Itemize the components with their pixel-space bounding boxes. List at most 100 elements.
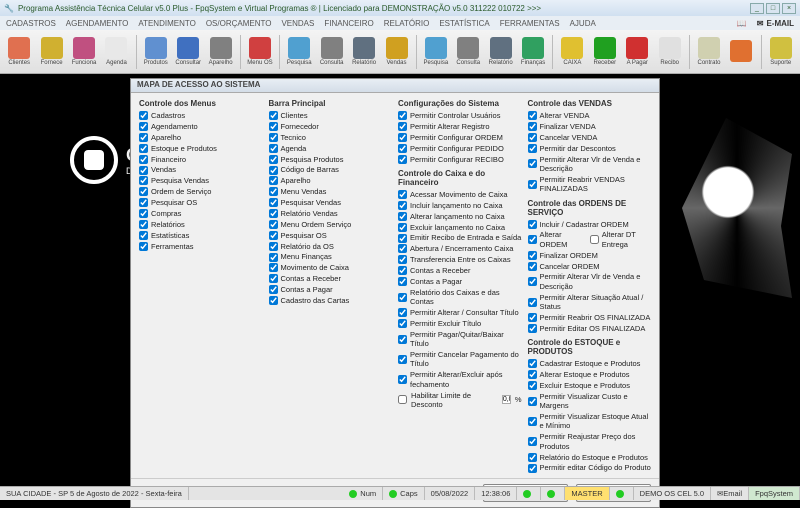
checkbox-item[interactable]: Menu Ordem Serviço (269, 220, 393, 229)
checkbox-item[interactable]: Contas a Pagar (269, 285, 393, 294)
checkbox-item[interactable]: Transferencia Entre os Caixas (398, 255, 522, 264)
checkbox-item[interactable]: Relatórios (139, 220, 263, 229)
toolbar-a pagar[interactable]: A Pagar (622, 32, 652, 72)
checkbox-item[interactable]: Abertura / Encerramento Caixa (398, 244, 522, 253)
checkbox-item[interactable]: Aparelho (139, 133, 263, 142)
checkbox-item[interactable]: Menu Vendas (269, 187, 393, 196)
checkbox-item[interactable]: Relatório Vendas (269, 209, 393, 218)
checkbox-item[interactable]: Ferramentas (139, 242, 263, 251)
discount-limit-input[interactable] (502, 395, 511, 404)
toolbar-contrato[interactable]: Contrato (694, 32, 724, 72)
checkbox-item[interactable]: Relatório do Estoque e Produtos (528, 453, 652, 462)
toolbar-suporte[interactable]: Suporte (766, 32, 796, 72)
checkbox-item[interactable]: Código de Barras (269, 165, 393, 174)
checkbox-item[interactable]: Permitir Reajustar Preço dos Produtos (528, 432, 652, 451)
checkbox-item[interactable]: Permitir Alterar Situação Atual / Status (528, 293, 652, 312)
menu-vendas[interactable]: VENDAS (281, 19, 314, 28)
checkbox-item[interactable]: Permitir Excluir Título (398, 319, 522, 328)
checkbox-item[interactable]: Finalizar VENDA (528, 122, 652, 131)
checkbox-item[interactable]: Pesquisar OS (269, 231, 393, 240)
menu-financeiro[interactable]: FINANCEIRO (324, 19, 373, 28)
checkbox-item[interactable]: Relatório da OS (269, 242, 393, 251)
menu-relatório[interactable]: RELATÓRIO (384, 19, 430, 28)
toolbar-consulta[interactable]: Consulta (453, 32, 483, 72)
menu-cadastros[interactable]: CADASTROS (6, 19, 56, 28)
checkbox-item[interactable]: Permitir Visualizar Estoque Atual e Míni… (528, 412, 652, 431)
checkbox-item[interactable]: Pesquisa Vendas (139, 176, 263, 185)
checkbox-item[interactable]: Financeiro (139, 155, 263, 164)
checkbox-item[interactable]: Cancelar ORDEM (528, 262, 652, 271)
checkbox-item[interactable]: Estatísticas (139, 231, 263, 240)
checkbox-item[interactable]: Cadastrar Estoque e Produtos (528, 359, 652, 368)
checkbox-item[interactable]: Permitir Alterar/Excluir após fechamento (398, 370, 522, 389)
checkbox-item[interactable]: Incluir / Cadastrar ORDEM (528, 220, 652, 229)
checkbox-item[interactable]: Permitir Configurar RECIBO (398, 155, 522, 164)
menu-estatística[interactable]: ESTATÍSTICA (439, 19, 489, 28)
checkbox-item[interactable]: Tecnico (269, 133, 393, 142)
close-button[interactable]: × (782, 3, 796, 14)
menu-ferramentas[interactable]: FERRAMENTAS (500, 19, 560, 28)
email-button[interactable]: ✉ E-MAIL (757, 19, 794, 28)
help-icon[interactable]: 📖 (737, 19, 747, 28)
checkbox-item[interactable]: Permitir Reabrir OS FINALIZADA (528, 313, 652, 322)
toolbar-pesquisa[interactable]: Pesquisa (421, 32, 451, 72)
checkbox-item[interactable]: Alterar ORDEMAlterar DT Entrega (528, 230, 652, 249)
toolbar-consulta[interactable]: Consulta (316, 32, 346, 72)
checkbox-item[interactable]: Permitir Alterar Vlr de Venda e Descriçã… (528, 155, 652, 174)
checkbox-item[interactable]: Cancelar VENDA (528, 133, 652, 142)
checkbox-item[interactable]: Permitir Configurar PEDIDO (398, 144, 522, 153)
toolbar-recibo[interactable]: Recibo (654, 32, 684, 72)
toolbar-pesquisa[interactable]: Pesquisa (284, 32, 314, 72)
toolbar-finanças[interactable]: Finanças (518, 32, 548, 72)
toolbar-produtos[interactable]: Produtos (141, 32, 171, 72)
checkbox-item[interactable]: Fornecedor (269, 122, 393, 131)
checkbox-item[interactable]: Permitir dar Descontos (528, 144, 652, 153)
checkbox-item[interactable]: Estoque e Produtos (139, 144, 263, 153)
toolbar-item21[interactable] (726, 32, 756, 72)
checkbox-item[interactable]: Aparelho (269, 176, 393, 185)
toolbar-relatório[interactable]: Relatório (485, 32, 515, 72)
toolbar-relatório[interactable]: Relatório (349, 32, 379, 72)
checkbox-item[interactable]: Excluir Estoque e Produtos (528, 381, 652, 390)
checkbox-item[interactable]: Finalizar ORDEM (528, 251, 652, 260)
checkbox-item[interactable]: Permitir editar Código do Produto (528, 463, 652, 472)
discount-limit-row[interactable]: Habilitar Limite de Desconto% (398, 391, 522, 410)
checkbox-item[interactable]: Permitir Alterar Vlr de Venda e Descriçã… (528, 272, 652, 291)
checkbox-item[interactable]: Alterar Estoque e Produtos (528, 370, 652, 379)
checkbox-item[interactable]: Agenda (269, 144, 393, 153)
checkbox-item[interactable]: Permitir Pagar/Quitar/Baixar Título (398, 330, 522, 349)
checkbox-item[interactable]: Permitir Controlar Usuários (398, 111, 522, 120)
checkbox-item[interactable]: Cadastro das Cartas (269, 296, 393, 305)
toolbar-clientes[interactable]: Clientes (4, 32, 34, 72)
checkbox-item[interactable]: Permitir Visualizar Custo e Margens (528, 392, 652, 411)
checkbox-item[interactable]: Incluir lançamento no Caixa (398, 201, 522, 210)
menu-agendamento[interactable]: AGENDAMENTO (66, 19, 129, 28)
checkbox-item[interactable]: Contas a Receber (269, 274, 393, 283)
checkbox-item[interactable]: Permitir Alterar / Consultar Título (398, 308, 522, 317)
checkbox-item[interactable]: Excluir lançamento no Caixa (398, 223, 522, 232)
minimize-button[interactable]: _ (750, 3, 764, 14)
checkbox-item[interactable]: Permitir Alterar Registro (398, 122, 522, 131)
toolbar-funciona[interactable]: Funciona (69, 32, 99, 72)
menu-os/orçamento[interactable]: OS/ORÇAMENTO (206, 19, 272, 28)
toolbar-caixa[interactable]: CAIXA (557, 32, 587, 72)
checkbox-item[interactable]: Agendamento (139, 122, 263, 131)
checkbox-item[interactable]: Permitir Reabrir VENDAS FINALIZADAS (528, 175, 652, 194)
toolbar-vendas[interactable]: Vendas (381, 32, 411, 72)
maximize-button[interactable]: □ (766, 3, 780, 14)
checkbox-item[interactable]: Permitir Configurar ORDEM (398, 133, 522, 142)
checkbox-item[interactable]: Permitir Editar OS FINALIZADA (528, 324, 652, 333)
checkbox-item[interactable]: Permitir Cancelar Pagamento do Título (398, 350, 522, 369)
checkbox-item[interactable]: Vendas (139, 165, 263, 174)
checkbox-item[interactable]: Contas a Receber (398, 266, 522, 275)
toolbar-menu os[interactable]: Menu OS (245, 32, 275, 72)
menu-ajuda[interactable]: AJUDA (570, 19, 596, 28)
checkbox-item[interactable]: Emitir Recibo de Entrada e Saída (398, 233, 522, 242)
toolbar-receber[interactable]: Receber (590, 32, 620, 72)
toolbar-fornece[interactable]: Fornece (36, 32, 66, 72)
toolbar-consultar[interactable]: Consultar (173, 32, 203, 72)
checkbox-item[interactable]: Relatório dos Caixas e das Contas (398, 288, 522, 307)
checkbox-item[interactable]: Compras (139, 209, 263, 218)
checkbox-item[interactable]: Cadastros (139, 111, 263, 120)
checkbox-item[interactable]: Contas a Pagar (398, 277, 522, 286)
